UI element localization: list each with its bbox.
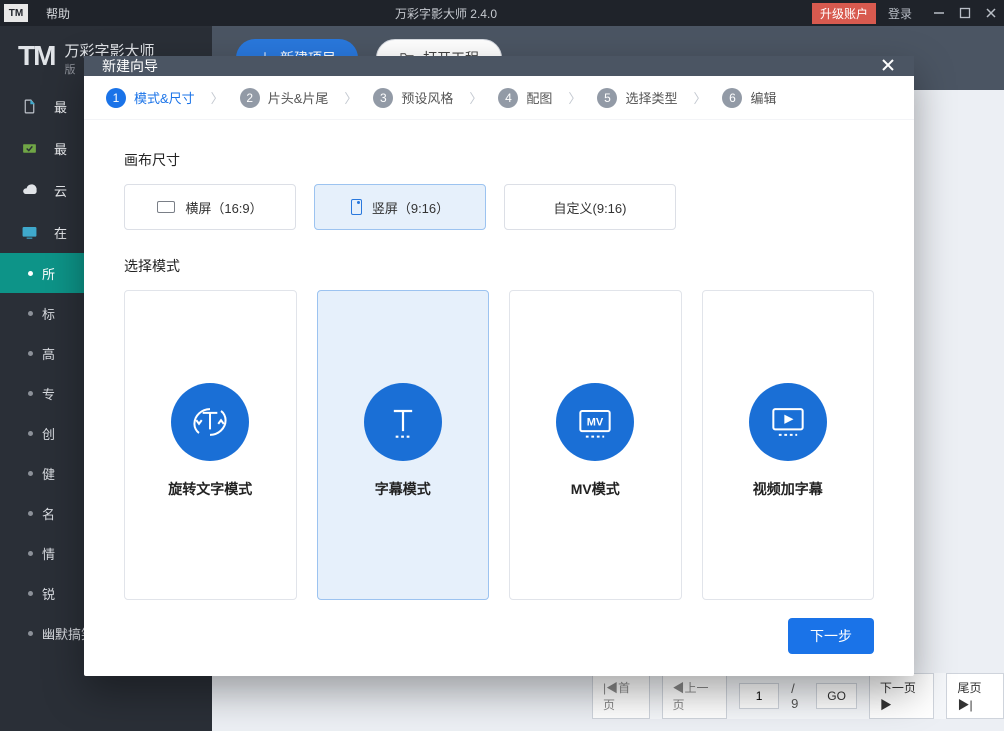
- titlebar: TM 帮助 万彩字影大师 2.4.0 升级账户 登录: [0, 0, 1004, 26]
- category-label: 专: [42, 384, 55, 403]
- maximize-icon[interactable]: [952, 0, 978, 26]
- new-wizard-modal: 新建向导 1 模式&尺寸 〉 2 片头&片尾 〉 3 预设风格 〉 4 配图 〉 5 选择…: [84, 56, 914, 676]
- section-select-mode: 选择模式: [124, 256, 874, 276]
- pager-total: / 9: [791, 681, 804, 711]
- pager: |◀首页 ◀上一页 / 9 GO 下一页▶ 尾页▶|: [592, 673, 1004, 719]
- step-number: 5: [597, 88, 617, 108]
- minimize-icon[interactable]: [926, 0, 952, 26]
- step-head-tail[interactable]: 2 片头&片尾: [240, 88, 329, 108]
- mode-label: 视频加字幕: [753, 479, 823, 499]
- cloud-icon: [18, 179, 40, 201]
- app-title: 万彩字影大师 2.4.0: [80, 5, 812, 22]
- pager-prev-button[interactable]: ◀上一页: [662, 673, 728, 719]
- video-subtitle-icon: [749, 383, 827, 461]
- step-label: 模式&尺寸: [134, 88, 195, 107]
- chevron-right-icon: 〉: [461, 88, 490, 107]
- step-number: 3: [373, 88, 393, 108]
- step-label: 片头&片尾: [268, 88, 329, 107]
- step-edit[interactable]: 6 编辑: [722, 88, 776, 108]
- category-label: 高: [42, 344, 55, 363]
- category-label: 名: [42, 504, 55, 523]
- mode-rotate-text[interactable]: 旋转文字模式: [124, 290, 297, 600]
- nav-label: 云: [54, 181, 67, 200]
- check-icon: [18, 137, 40, 159]
- category-label: 锐: [42, 584, 55, 603]
- modal-title: 新建向导: [102, 56, 158, 76]
- menu-help[interactable]: 帮助: [36, 5, 80, 22]
- modal-header: 新建向导: [84, 56, 914, 76]
- mode-label: 字幕模式: [375, 479, 431, 499]
- screen-icon: [18, 221, 40, 243]
- step-label: 选择类型: [625, 88, 677, 107]
- mode-video-subtitle[interactable]: 视频加字幕: [702, 290, 875, 600]
- mode-subtitle[interactable]: 字幕模式: [317, 290, 490, 600]
- nav-label: 在: [54, 223, 67, 242]
- step-type[interactable]: 5 选择类型: [597, 88, 677, 108]
- pager-first-button[interactable]: |◀首页: [592, 673, 650, 719]
- step-image[interactable]: 4 配图: [498, 88, 552, 108]
- size-option-custom[interactable]: 自定义(9:16): [504, 184, 676, 230]
- step-label: 配图: [526, 88, 552, 107]
- svg-text:MV: MV: [587, 417, 604, 429]
- category-label: 创: [42, 424, 55, 443]
- portrait-icon: [351, 199, 362, 215]
- nav-label: 最: [54, 139, 67, 158]
- landscape-icon: [157, 201, 175, 213]
- chevron-right-icon: 〉: [336, 88, 365, 107]
- pager-page-input[interactable]: [739, 683, 779, 709]
- wizard-steps: 1模式&尺寸 〉 2片头&片尾 〉 3预设风格 〉 4配图 〉 5选择类型 〉 …: [84, 76, 914, 120]
- login-button[interactable]: 登录: [888, 5, 912, 22]
- mode-label: 旋转文字模式: [168, 479, 252, 499]
- mode-label: MV模式: [571, 479, 620, 499]
- chevron-right-icon: 〉: [203, 88, 232, 107]
- next-step-button[interactable]: 下一步: [788, 618, 874, 654]
- size-label: 自定义(9:16): [554, 198, 627, 217]
- category-label: 健: [42, 464, 55, 483]
- mv-icon: MV: [556, 383, 634, 461]
- close-icon[interactable]: [978, 0, 1004, 26]
- step-style[interactable]: 3 预设风格: [373, 88, 453, 108]
- text-icon: [364, 383, 442, 461]
- step-number: 6: [722, 88, 742, 108]
- chevron-right-icon: 〉: [685, 88, 714, 107]
- upgrade-account-button[interactable]: 升级账户: [812, 3, 876, 24]
- close-icon[interactable]: [880, 57, 896, 76]
- category-label: 情: [42, 544, 55, 563]
- step-label: 编辑: [750, 88, 776, 107]
- nav-label: 最: [54, 97, 67, 116]
- pager-go-button[interactable]: GO: [816, 683, 857, 709]
- step-number: 4: [498, 88, 518, 108]
- tm-badge-icon: TM: [4, 4, 28, 22]
- size-label: 横屏（16:9）: [185, 198, 262, 217]
- file-icon: [18, 95, 40, 117]
- size-option-portrait[interactable]: 竖屏（9:16）: [314, 184, 486, 230]
- category-label: 所: [42, 264, 55, 283]
- step-number: 2: [240, 88, 260, 108]
- section-canvas-size: 画布尺寸: [124, 150, 874, 170]
- rotate-text-icon: [171, 383, 249, 461]
- pager-last-button[interactable]: 尾页▶|: [946, 673, 1004, 719]
- size-option-landscape[interactable]: 横屏（16:9）: [124, 184, 296, 230]
- step-mode-size[interactable]: 1 模式&尺寸: [106, 88, 195, 108]
- step-label: 预设风格: [401, 88, 453, 107]
- size-label: 竖屏（9:16）: [372, 198, 449, 217]
- chevron-right-icon: 〉: [560, 88, 589, 107]
- step-number: 1: [106, 88, 126, 108]
- mode-mv[interactable]: MV MV模式: [509, 290, 682, 600]
- category-label: 标: [42, 304, 55, 323]
- logo-text: TM: [18, 40, 54, 72]
- pager-next-button[interactable]: 下一页▶: [869, 673, 935, 719]
